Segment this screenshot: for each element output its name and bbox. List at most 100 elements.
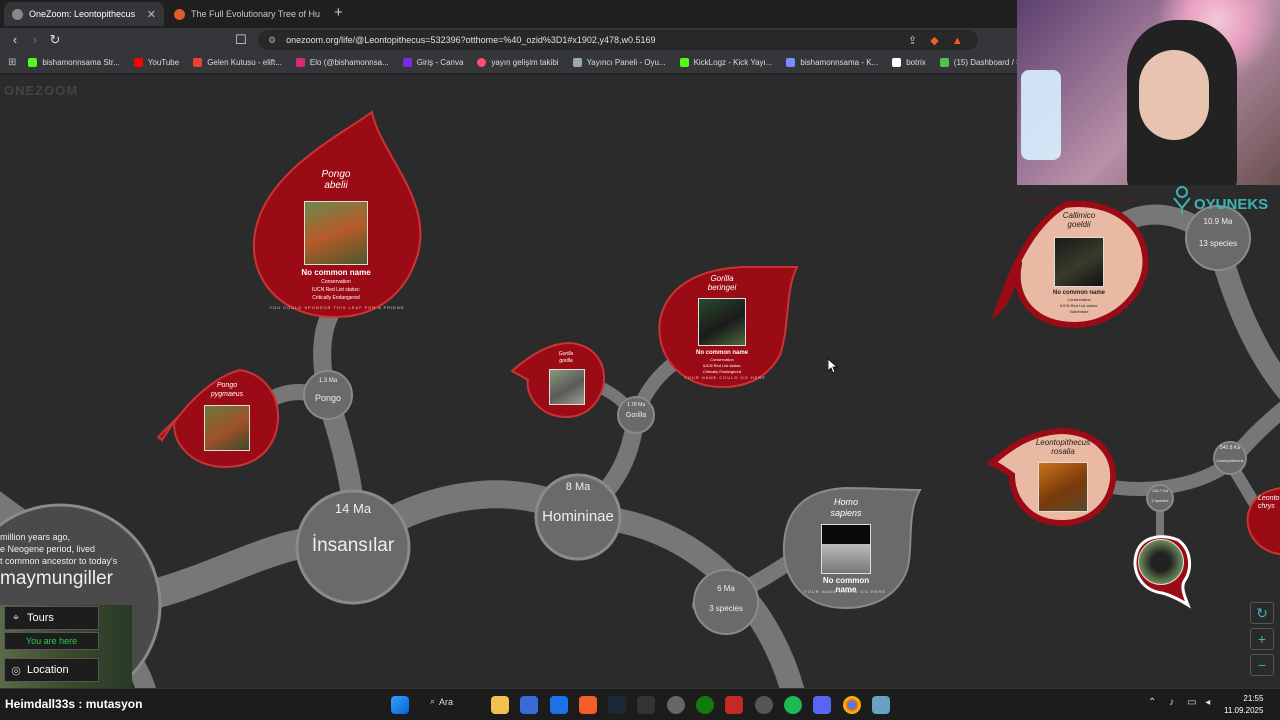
onezoom-logo[interactable]: ONEZOOM [4,83,78,98]
app-icon[interactable] [725,696,743,714]
node-age: 1.3 Ma [318,378,338,384]
new-tab-button[interactable]: + [334,4,343,21]
site-info-icon[interactable]: ⚙ [268,35,276,46]
leaf-leonto-chry-label[interactable]: Leonto chrys [1258,495,1280,511]
you-are-here-button[interactable]: You are here [4,632,99,650]
sponsor-text[interactable]: YOUR NAME COULD GO HERE [670,375,780,380]
reset-icon[interactable]: ↻ [1250,602,1274,624]
location-button[interactable]: ◎ Location [4,658,99,682]
close-icon[interactable]: ✕ [147,8,156,21]
app-icon[interactable] [755,696,773,714]
volume-icon[interactable]: ◂ [1205,697,1210,708]
gorilla-gorilla-photo[interactable] [549,369,585,405]
leaf-pongo-abelii-label[interactable]: Pongo abelii [286,169,386,191]
scientific-name: sapiens [830,508,862,518]
tab-onezoom[interactable]: OneZoom: Leontopithecus ✕ [4,2,164,26]
leaf-gorilla-beringei-label[interactable]: Gorilla beringei [692,274,752,292]
spotify-icon[interactable] [784,696,802,714]
back-icon[interactable]: ‹ [6,31,24,49]
bookmark-label: Gelen Kutusu - elift... [207,58,282,67]
extension-icons[interactable]: ⇪ ◆ ▲ [908,34,963,47]
apps-icon[interactable]: ⊞ [8,57,16,68]
sponsor-text[interactable]: YOUR NAME COULD GO HERE [790,589,900,594]
node-name[interactable]: 2 species [1145,498,1175,503]
xbox-icon[interactable] [696,696,714,714]
node-name[interactable]: 3 species [696,604,756,613]
node-age: 14 Ma [334,501,372,516]
system-clock[interactable]: 21:55 11.09.2025 [1224,693,1263,717]
bookmark-icon[interactable]: ☐ [232,31,250,49]
bookmark-item[interactable]: KickLogz - Kick Yayı... [679,58,772,67]
windows-start-icon[interactable] [391,696,409,714]
callimico-photo[interactable] [1054,237,1104,287]
brave-icon[interactable] [579,696,597,714]
location-label: Location [27,664,69,676]
leaf-homo-sapiens-label[interactable]: Homo sapiens [816,497,876,519]
file-explorer-icon[interactable] [491,696,509,714]
node-name[interactable]: Gorilla [616,412,656,419]
tours-button[interactable]: ⌖ Tours [4,606,99,630]
node-name[interactable]: İnsansılar [293,535,413,557]
discord-icon[interactable] [813,696,831,714]
node-name[interactable]: Leontopithecus [1204,458,1256,463]
leaf-callimico-label[interactable]: Callimico goeldii [1044,211,1114,229]
homo-sapiens-photo[interactable] [821,524,871,574]
steam-icon[interactable] [608,696,626,714]
bookmark-item[interactable]: bishamonnsama - K... [786,58,878,67]
obs-icon[interactable] [667,696,685,714]
zoom-out-icon[interactable]: − [1250,654,1274,676]
sponsor-text[interactable]: YOU COULD SPONSOR THIS LEAF FOR A FRIEND [1014,199,1144,203]
zoom-in-icon[interactable]: + [1250,628,1274,650]
search-icon: ⌕ [430,696,436,706]
node-name[interactable]: Homininae [528,508,628,525]
leaf-gorilla-gorilla-label[interactable]: Gorilla gorilla [546,351,586,365]
bookmark-label: botrix [906,58,926,67]
outlook-icon[interactable] [550,696,568,714]
scientific-name: Callimico [1062,211,1096,220]
forward-icon[interactable]: › [26,31,44,49]
bookmark-item[interactable]: Elo (@bishamonnsa... [295,58,389,67]
bookmark-item[interactable]: Gelen Kutusu - elift... [193,58,282,67]
link-icon [786,58,796,67]
node-age: 10.9 Ma [1203,217,1233,226]
bookmark-item[interactable]: botrix [892,58,926,67]
tab-evolution[interactable]: The Full Evolutionary Tree of Human [166,2,328,26]
share-icon[interactable]: ⇪ [908,35,917,47]
address-bar[interactable]: ⚙ onezoom.org/life/@Leontopithecus=53239… [258,30,978,50]
pongo-abelii-photo[interactable] [304,201,368,265]
pongo-pygmaeus-photo[interactable] [204,405,250,451]
epic-games-icon[interactable] [637,696,655,714]
network-icon[interactable]: ▭ [1187,697,1196,708]
tamarin-photo[interactable] [1138,539,1184,585]
sponsor-text[interactable]: YOU COULD SPONSOR THIS LEAF FOR A FRIEND [262,305,412,310]
scientific-name: Pongo [321,169,351,180]
system-tray[interactable]: ⌃ ♪ ▭ ◂ [1148,697,1210,708]
leaf-gorilla-beringei-info: No common name Conservation IUCN Red Lis… [682,349,762,375]
bookmark-item[interactable]: YouTube [133,58,179,67]
brave-rewards-icon[interactable]: ▲ [952,35,963,47]
leonto-rosalia-photo[interactable] [1038,462,1088,512]
gmail-icon [193,58,203,67]
bookmark-item[interactable]: yayın gelişim takibi [477,58,559,67]
leaf-leonto-rosalia-label[interactable]: Leontopithecus rosalia [1027,438,1099,456]
kick-icon [28,58,38,67]
chrome-icon[interactable] [843,696,861,714]
reload-icon[interactable]: ↻ [46,31,64,49]
settings-icon[interactable] [872,696,890,714]
node-name[interactable]: 13 species [1183,239,1253,248]
microphone-icon[interactable]: ♪ [1169,697,1174,708]
node-name[interactable]: Pongo [304,393,352,403]
maymungiller-title[interactable]: maymungiller [0,568,113,590]
bookmark-item[interactable]: bishamonnsama Str... [28,58,120,67]
taskbar-search[interactable]: ⌕ Ara [430,696,453,707]
chevron-up-icon[interactable]: ⌃ [1148,697,1156,708]
store-icon[interactable] [520,696,538,714]
brave-shield-icon[interactable]: ◆ [930,35,938,47]
gorilla-beringei-photo[interactable] [698,298,746,346]
bookmark-item[interactable]: Yayıncı Paneli - Oyu... [572,58,666,67]
tab-title: The Full Evolutionary Tree of Human [191,9,320,19]
node-age: 8 Ma [565,481,591,493]
bookmark-item[interactable]: Giriş - Canva [402,58,463,67]
dashboard-icon [939,58,949,67]
leaf-pongo-pygmaeus-label[interactable]: Pongo pygmaeus [197,381,257,399]
